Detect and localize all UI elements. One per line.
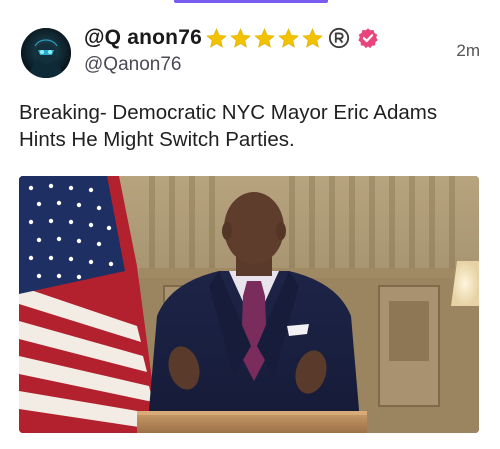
- star-icon: [254, 27, 275, 48]
- post-card[interactable]: @Q anon76 @Qanon76 2m Breaking- Democrat…: [0, 0, 500, 449]
- post-photo-illustration: [19, 176, 479, 433]
- star-icon: [302, 27, 323, 48]
- display-name[interactable]: @Q anon76: [84, 26, 202, 50]
- star-icon: [206, 27, 227, 48]
- avatar[interactable]: [21, 28, 71, 78]
- user-handle[interactable]: @Qanon76: [84, 54, 181, 76]
- post-header: @Q anon76 @Qanon76 2m: [84, 24, 480, 80]
- post-text: Breaking- Democratic NYC Mayor Eric Adam…: [19, 101, 438, 151]
- post-photo[interactable]: [19, 176, 479, 433]
- registered-icon: [328, 27, 350, 49]
- name-row: @Q anon76: [84, 24, 379, 52]
- star-rating: [205, 27, 325, 50]
- star-icon: [278, 27, 299, 48]
- active-tab-indicator: [174, 0, 328, 3]
- post-timestamp: 2m: [456, 41, 480, 60]
- verified-badge-icon: [358, 28, 378, 49]
- app-screen: @Q anon76 @Qanon76 2m Breaking- Democrat…: [0, 0, 500, 449]
- star-icon: [230, 27, 251, 48]
- avatar-image: [21, 28, 71, 78]
